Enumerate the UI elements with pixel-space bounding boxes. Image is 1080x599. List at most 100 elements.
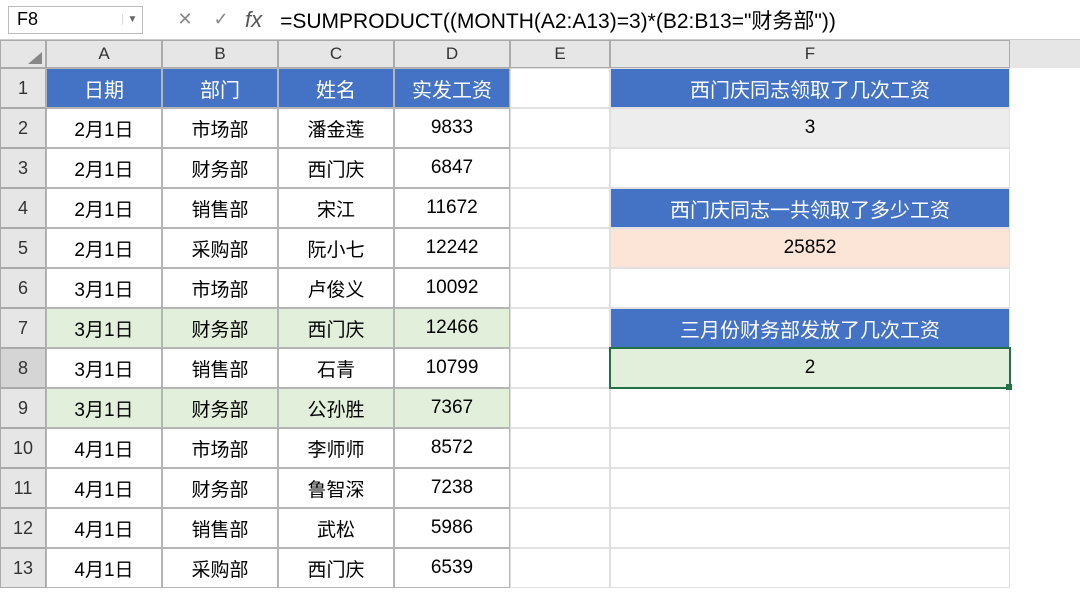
cell-F7[interactable]: 三月份财务部发放了几次工资 <box>610 308 1010 348</box>
cell-E9[interactable] <box>510 388 610 428</box>
cell-A3[interactable]: 2月1日 <box>46 148 162 188</box>
cell-C1[interactable]: 姓名 <box>278 68 394 108</box>
row-header-12[interactable]: 12 <box>0 508 46 548</box>
cell-D7[interactable]: 12466 <box>394 308 510 348</box>
cell-A11[interactable]: 4月1日 <box>46 468 162 508</box>
cell-A1[interactable]: 日期 <box>46 68 162 108</box>
accept-formula-icon[interactable]: ✓ <box>209 8 233 32</box>
cell-D3[interactable]: 6847 <box>394 148 510 188</box>
cell-C10[interactable]: 李师师 <box>278 428 394 468</box>
row-header-3[interactable]: 3 <box>0 148 46 188</box>
cell-E2[interactable] <box>510 108 610 148</box>
fx-label[interactable]: fx <box>245 7 262 33</box>
cell-C3[interactable]: 西门庆 <box>278 148 394 188</box>
col-header-A[interactable]: A <box>46 40 162 68</box>
cell-D8[interactable]: 10799 <box>394 348 510 388</box>
cell-E5[interactable] <box>510 228 610 268</box>
cell-A8[interactable]: 3月1日 <box>46 348 162 388</box>
col-header-F[interactable]: F <box>610 40 1010 68</box>
cell-F1[interactable]: 西门庆同志领取了几次工资 <box>610 68 1010 108</box>
cell-F8-active[interactable]: 2 <box>610 348 1010 388</box>
row-header-2[interactable]: 2 <box>0 108 46 148</box>
col-header-D[interactable]: D <box>394 40 510 68</box>
cell-F5[interactable]: 25852 <box>610 228 1010 268</box>
cell-A7[interactable]: 3月1日 <box>46 308 162 348</box>
cell-C4[interactable]: 宋江 <box>278 188 394 228</box>
cell-F9[interactable] <box>610 388 1010 428</box>
cell-A4[interactable]: 2月1日 <box>46 188 162 228</box>
cell-F12[interactable] <box>610 508 1010 548</box>
cell-A12[interactable]: 4月1日 <box>46 508 162 548</box>
cell-D6[interactable]: 10092 <box>394 268 510 308</box>
cell-C2[interactable]: 潘金莲 <box>278 108 394 148</box>
cell-A9[interactable]: 3月1日 <box>46 388 162 428</box>
cell-B7[interactable]: 财务部 <box>162 308 278 348</box>
cell-B6[interactable]: 市场部 <box>162 268 278 308</box>
cell-C11[interactable]: 鲁智深 <box>278 468 394 508</box>
cell-B3[interactable]: 财务部 <box>162 148 278 188</box>
cell-B10[interactable]: 市场部 <box>162 428 278 468</box>
cell-A13[interactable]: 4月1日 <box>46 548 162 588</box>
cell-F4[interactable]: 西门庆同志一共领取了多少工资 <box>610 188 1010 228</box>
cell-B1[interactable]: 部门 <box>162 68 278 108</box>
cell-D10[interactable]: 8572 <box>394 428 510 468</box>
row-header-6[interactable]: 6 <box>0 268 46 308</box>
row-header-9[interactable]: 9 <box>0 388 46 428</box>
cell-D11[interactable]: 7238 <box>394 468 510 508</box>
select-all-corner[interactable] <box>0 40 46 68</box>
cell-C9[interactable]: 公孙胜 <box>278 388 394 428</box>
cell-E6[interactable] <box>510 268 610 308</box>
cell-D2[interactable]: 9833 <box>394 108 510 148</box>
cell-D9[interactable]: 7367 <box>394 388 510 428</box>
name-box[interactable]: F8 ▼ <box>8 6 143 34</box>
cell-F2[interactable]: 3 <box>610 108 1010 148</box>
cell-C6[interactable]: 卢俊义 <box>278 268 394 308</box>
cell-E4[interactable] <box>510 188 610 228</box>
cell-B5[interactable]: 采购部 <box>162 228 278 268</box>
cell-C13[interactable]: 西门庆 <box>278 548 394 588</box>
cell-B9[interactable]: 财务部 <box>162 388 278 428</box>
cell-E3[interactable] <box>510 148 610 188</box>
row-header-7[interactable]: 7 <box>0 308 46 348</box>
row-header-4[interactable]: 4 <box>0 188 46 228</box>
cell-E13[interactable] <box>510 548 610 588</box>
cell-C7[interactable]: 西门庆 <box>278 308 394 348</box>
cell-F3[interactable] <box>610 148 1010 188</box>
cell-F11[interactable] <box>610 468 1010 508</box>
cell-B8[interactable]: 销售部 <box>162 348 278 388</box>
row-header-13[interactable]: 13 <box>0 548 46 588</box>
cell-D12[interactable]: 5986 <box>394 508 510 548</box>
cell-D1[interactable]: 实发工资 <box>394 68 510 108</box>
cell-C12[interactable]: 武松 <box>278 508 394 548</box>
cell-E10[interactable] <box>510 428 610 468</box>
cell-B11[interactable]: 财务部 <box>162 468 278 508</box>
cell-B2[interactable]: 市场部 <box>162 108 278 148</box>
cell-E8[interactable] <box>510 348 610 388</box>
cell-F13[interactable] <box>610 548 1010 588</box>
name-box-dropdown-icon[interactable]: ▼ <box>122 14 142 25</box>
cell-B12[interactable]: 销售部 <box>162 508 278 548</box>
cell-E7[interactable] <box>510 308 610 348</box>
row-header-11[interactable]: 11 <box>0 468 46 508</box>
col-header-C[interactable]: C <box>278 40 394 68</box>
cell-E12[interactable] <box>510 508 610 548</box>
formula-input[interactable]: =SUMPRODUCT((MONTH(A2:A13)=3)*(B2:B13="财… <box>280 5 1072 35</box>
cell-F10[interactable] <box>610 428 1010 468</box>
cancel-formula-icon[interactable]: ✕ <box>173 8 197 32</box>
row-header-1[interactable]: 1 <box>0 68 46 108</box>
row-header-5[interactable]: 5 <box>0 228 46 268</box>
row-header-10[interactable]: 10 <box>0 428 46 468</box>
cell-D5[interactable]: 12242 <box>394 228 510 268</box>
cell-D4[interactable]: 11672 <box>394 188 510 228</box>
cell-C8[interactable]: 石青 <box>278 348 394 388</box>
cell-D13[interactable]: 6539 <box>394 548 510 588</box>
cell-A6[interactable]: 3月1日 <box>46 268 162 308</box>
cell-B13[interactable]: 采购部 <box>162 548 278 588</box>
col-header-B[interactable]: B <box>162 40 278 68</box>
cell-A10[interactable]: 4月1日 <box>46 428 162 468</box>
cell-B4[interactable]: 销售部 <box>162 188 278 228</box>
cell-E1[interactable] <box>510 68 610 108</box>
cell-A2[interactable]: 2月1日 <box>46 108 162 148</box>
cell-C5[interactable]: 阮小七 <box>278 228 394 268</box>
cell-E11[interactable] <box>510 468 610 508</box>
